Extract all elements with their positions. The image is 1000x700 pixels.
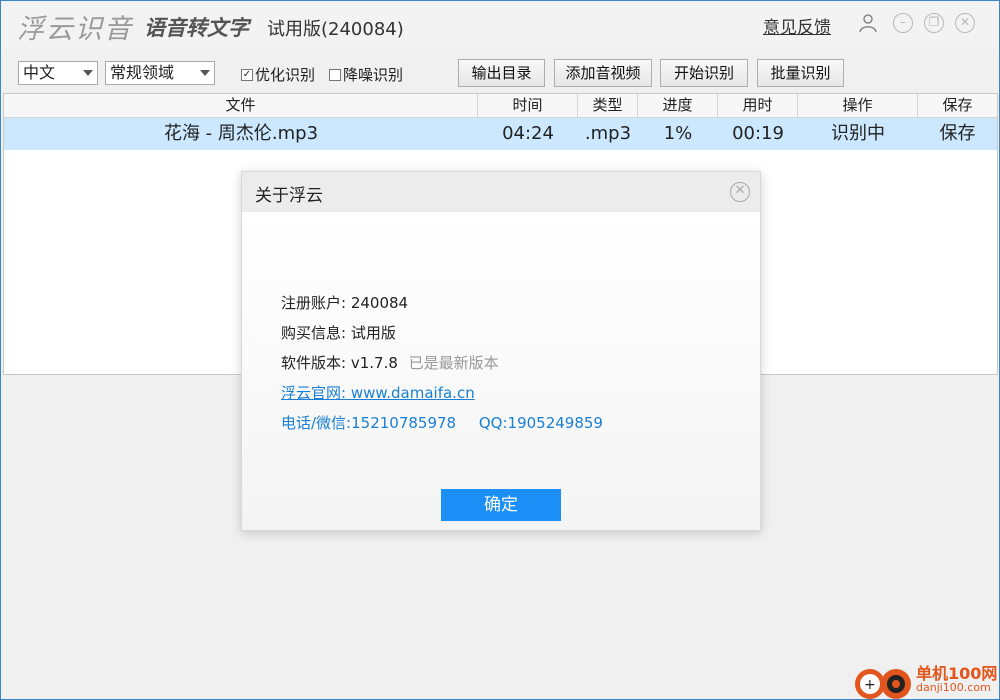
minimize-icon[interactable]: – [893, 13, 913, 33]
title-bar: 浮云识音 语音转文字 试用版(240084) 意见反馈 – ❐ ✕ [1, 1, 999, 49]
optimize-label: 优化识别 [255, 66, 316, 84]
dialog-header: 关于浮云 ✕ [242, 172, 760, 212]
account-info: 注册账户: 240084 [281, 292, 408, 313]
denoise-label: 降噪识别 [343, 66, 404, 84]
svg-text:+: + [864, 677, 876, 693]
user-icon[interactable] [858, 13, 878, 33]
cell-elapsed: 00:19 [732, 123, 784, 144]
language-select[interactable]: 中文 [18, 61, 98, 85]
toolbar: 中文 常规领域 ✓ 优化识别 降噪识别 输出目录 添加音视频 开始识别 批量识别 [1, 53, 999, 93]
site-watermark: + 单机100网 danji100.com [850, 660, 1000, 700]
col-header-save[interactable]: 保存 [918, 94, 997, 117]
close-icon[interactable]: ✕ [730, 182, 750, 202]
cell-action[interactable]: 识别中 [798, 118, 918, 150]
account-label: 注册账户: [281, 294, 347, 312]
col-header-time[interactable]: 时间 [478, 94, 578, 117]
chevron-down-icon [200, 70, 210, 76]
feedback-link[interactable]: 意见反馈 [763, 13, 831, 38]
cell-file: 花海 - 周杰伦.mp3 [163, 123, 319, 144]
app-logo: 浮云识音 [17, 14, 133, 45]
cell-type: .mp3 [584, 123, 632, 144]
table-row[interactable]: 花海 - 周杰伦.mp3 04:24 .mp3 1% 00:19 识别中 保存 [4, 118, 997, 150]
dialog-title: 关于浮云 [255, 186, 323, 206]
cell-time: 04:24 [502, 123, 554, 144]
close-icon[interactable]: ✕ [955, 13, 975, 33]
version-info: 软件版本: v1.7.8 已是最新版本 [281, 352, 499, 373]
watermark-url: danji100.com [916, 681, 991, 694]
checkbox-checked-icon: ✓ [241, 68, 253, 81]
domain-value: 常规领域 [110, 63, 175, 82]
contact-info: 电话/微信:15210785978 QQ:1905249859 [281, 412, 603, 433]
col-header-progress[interactable]: 进度 [638, 94, 718, 117]
col-header-file[interactable]: 文件 [4, 94, 478, 117]
about-dialog: 关于浮云 ✕ 注册账户: 240084 购买信息: 试用版 软件版本: v1.7… [241, 171, 761, 531]
app-version: 试用版(240084) [267, 19, 404, 40]
add-media-button[interactable]: 添加音视频 [554, 59, 652, 87]
batch-recognition-button[interactable]: 批量识别 [757, 59, 844, 87]
start-recognition-button[interactable]: 开始识别 [660, 59, 748, 87]
col-header-type[interactable]: 类型 [578, 94, 638, 117]
restore-icon[interactable]: ❐ [924, 13, 944, 33]
optimize-checkbox[interactable]: ✓ 优化识别 [241, 64, 315, 85]
purchase-value: 试用版 [350, 324, 396, 342]
col-header-action[interactable]: 操作 [798, 94, 918, 117]
table-header: 文件 时间 类型 进度 用时 操作 保存 [4, 94, 997, 118]
qq-text: QQ:1905249859 [478, 414, 603, 432]
purchase-info: 购买信息: 试用版 [281, 322, 396, 343]
cell-save[interactable]: 保存 [918, 118, 997, 150]
app-subtitle: 语音转文字 [144, 16, 249, 40]
checkbox-unchecked-icon [329, 68, 341, 81]
account-value: 240084 [350, 294, 409, 312]
phone-text: 电话/微信:15210785978 [281, 414, 457, 432]
ok-button[interactable]: 确定 [441, 489, 561, 521]
version-note: 已是最新版本 [408, 354, 499, 372]
version-value: v1.7.8 [350, 354, 398, 372]
col-header-elapsed[interactable]: 用时 [718, 94, 798, 117]
denoise-checkbox[interactable]: 降噪识别 [329, 64, 403, 85]
domain-select[interactable]: 常规领域 [105, 61, 215, 85]
cell-progress: 1% [663, 123, 693, 144]
app-window: 浮云识音 语音转文字 试用版(240084) 意见反馈 – ❐ ✕ 中文 常规领… [0, 0, 1000, 700]
version-label: 软件版本: [281, 354, 347, 372]
language-value: 中文 [23, 63, 56, 82]
purchase-label: 购买信息: [281, 324, 347, 342]
dialog-body: 注册账户: 240084 购买信息: 试用版 软件版本: v1.7.8 已是最新… [242, 212, 760, 530]
output-dir-button[interactable]: 输出目录 [458, 59, 545, 87]
chevron-down-icon [83, 70, 93, 76]
website-link[interactable]: 浮云官网: www.damaifa.cn [281, 382, 475, 403]
watermark-logo-icon: + [850, 660, 914, 700]
